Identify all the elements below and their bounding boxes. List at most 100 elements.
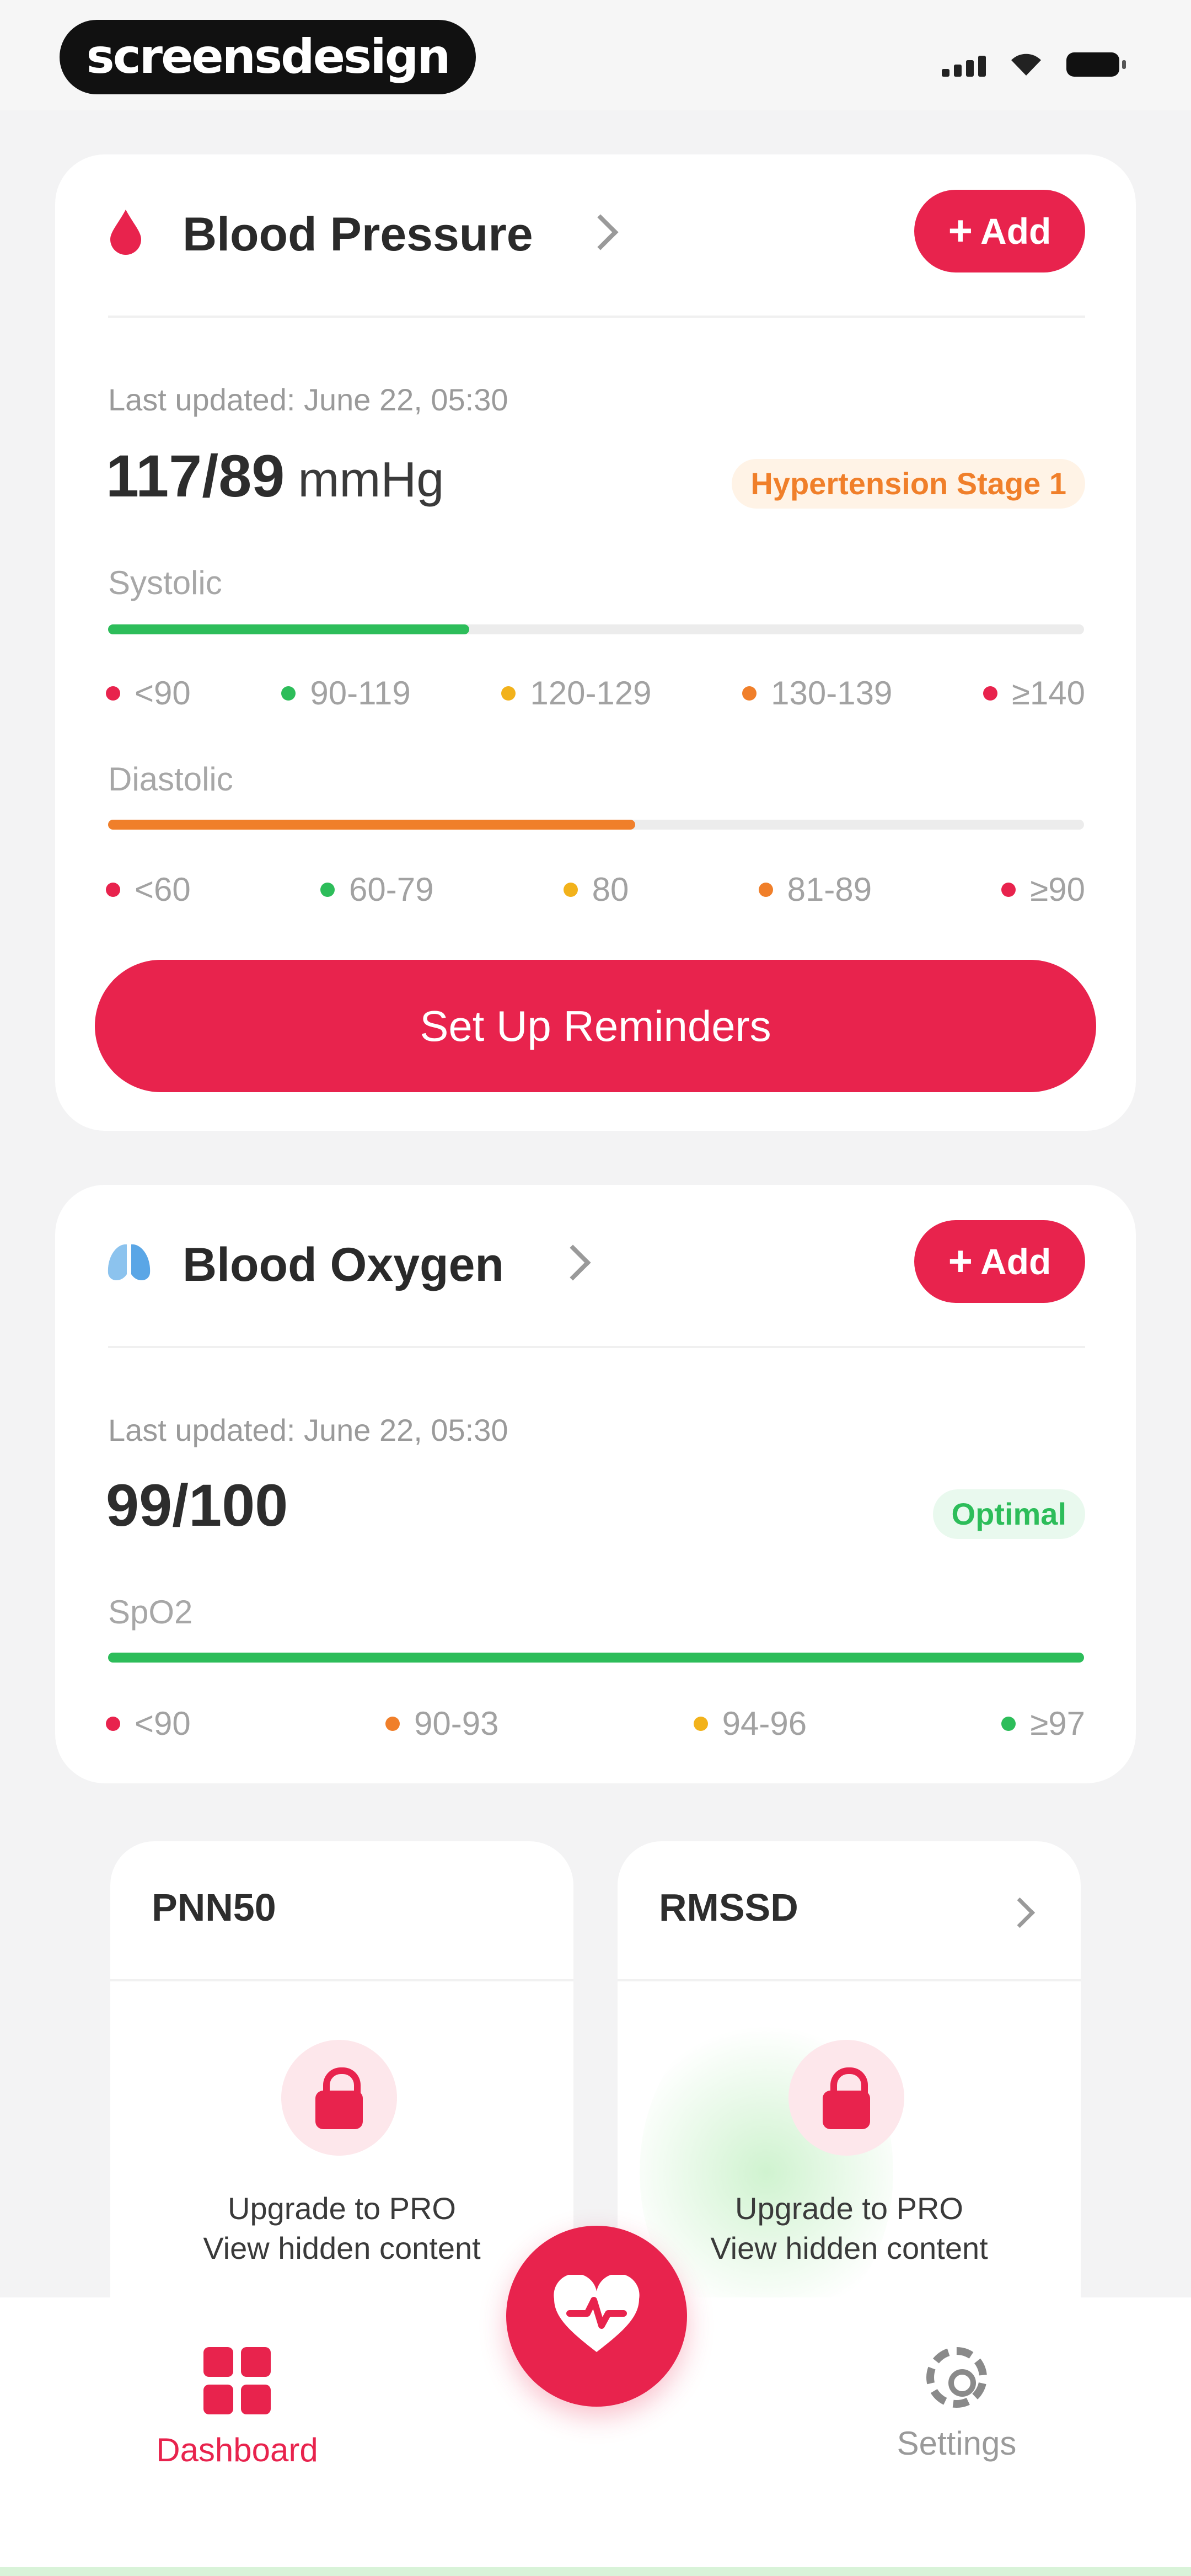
home-indicator bbox=[0, 2567, 1191, 2576]
legend-label: 94-96 bbox=[722, 1705, 807, 1742]
legend-dot bbox=[501, 686, 516, 701]
legend-dot bbox=[106, 1716, 120, 1731]
upgrade-prompt[interactable]: Upgrade to PRO View hidden content bbox=[618, 2189, 1081, 2268]
lungs-icon bbox=[108, 1244, 151, 1281]
legend-item: <60 bbox=[106, 870, 191, 908]
legend-item: 94-96 bbox=[693, 1704, 807, 1743]
legend-label: <90 bbox=[135, 1705, 191, 1742]
legend-item: 130-139 bbox=[742, 674, 892, 712]
tab-settings[interactable]: Settings bbox=[835, 2347, 1078, 2462]
add-blood-pressure-button[interactable]: + Add bbox=[914, 190, 1085, 272]
add-button-label: Add bbox=[980, 211, 1051, 252]
last-updated: Last updated: June 22, 05:30 bbox=[108, 1413, 508, 1447]
upgrade-prompt[interactable]: Upgrade to PRO View hidden content bbox=[110, 2189, 573, 2268]
legend-dot bbox=[320, 882, 335, 897]
divider bbox=[108, 316, 1085, 318]
blood-oxygen-reading: 99/100 bbox=[106, 1472, 288, 1538]
lock-icon bbox=[788, 2040, 904, 2156]
card-title: PNN50 bbox=[152, 1886, 276, 1929]
chevron-right-icon bbox=[582, 214, 619, 250]
heart-pulse-icon bbox=[554, 2275, 640, 2352]
systolic-legend: <90 90-119 120-129 130-139 ≥140 bbox=[106, 674, 1085, 712]
gear-icon bbox=[926, 2347, 987, 2408]
legend-item: 81-89 bbox=[758, 870, 872, 908]
cellular-signal-icon bbox=[942, 56, 986, 77]
systolic-label: Systolic bbox=[108, 564, 222, 601]
spo2-progress-fill bbox=[108, 1653, 1084, 1663]
legend-item: 120-129 bbox=[501, 674, 652, 712]
status-badge: Hypertension Stage 1 bbox=[732, 459, 1085, 509]
dashboard-grid-icon bbox=[116, 2347, 358, 2414]
spo2-label: SpO2 bbox=[108, 1594, 193, 1631]
last-updated: Last updated: June 22, 05:30 bbox=[108, 382, 508, 417]
systolic-progress-bar bbox=[108, 624, 1084, 634]
legend-label: ≥140 bbox=[1011, 675, 1085, 712]
legend-item: ≥140 bbox=[983, 674, 1085, 712]
diastolic-progress-bar bbox=[108, 820, 1084, 830]
spo2-legend: <90 90-93 94-96 ≥97 bbox=[106, 1704, 1085, 1743]
diastolic-label: Diastolic bbox=[108, 761, 233, 798]
legend-item: ≥97 bbox=[1001, 1704, 1085, 1743]
legend-item: 90-119 bbox=[281, 674, 411, 712]
legend-label: 90-93 bbox=[414, 1705, 499, 1742]
plus-icon: + bbox=[948, 207, 973, 254]
legend-dot bbox=[1001, 1716, 1016, 1731]
status-icons bbox=[942, 52, 1126, 77]
legend-label: 130-139 bbox=[771, 675, 893, 712]
add-button-label: Add bbox=[980, 1241, 1051, 1282]
legend-label: 120-129 bbox=[530, 675, 652, 712]
status-badge: Optimal bbox=[932, 1489, 1085, 1539]
hidden-content-line: View hidden content bbox=[710, 2231, 988, 2265]
measure-heart-button[interactable] bbox=[506, 2226, 687, 2407]
chevron-right-icon bbox=[555, 1244, 591, 1281]
blood-pressure-reading: 117/89 mmHg bbox=[106, 441, 444, 510]
battery-icon bbox=[1066, 52, 1126, 77]
card-title: Blood Oxygen bbox=[183, 1238, 504, 1291]
card-title: RMSSD bbox=[659, 1886, 798, 1929]
legend-item: 60-79 bbox=[320, 870, 433, 908]
legend-item: ≥90 bbox=[1001, 870, 1085, 908]
watermark-logo: screensdesign bbox=[60, 20, 476, 94]
legend-dot bbox=[385, 1716, 400, 1731]
status-bar: screensdesign bbox=[0, 0, 1191, 110]
set-up-reminders-button[interactable]: Set Up Reminders bbox=[95, 960, 1096, 1092]
legend-dot bbox=[758, 882, 773, 897]
legend-dot bbox=[1001, 882, 1016, 897]
legend-item: <90 bbox=[106, 674, 191, 712]
legend-dot bbox=[281, 686, 296, 701]
legend-label: 80 bbox=[592, 871, 629, 908]
legend-label: 81-89 bbox=[787, 871, 872, 908]
legend-item: 90-93 bbox=[385, 1704, 498, 1743]
legend-dot bbox=[106, 686, 120, 701]
blood-pressure-header[interactable]: Blood Pressure + Add bbox=[108, 190, 1085, 272]
divider bbox=[110, 1979, 573, 1981]
tab-dashboard[interactable]: Dashboard bbox=[116, 2347, 358, 2469]
legend-dot bbox=[106, 882, 120, 897]
spo2-progress-bar bbox=[108, 1653, 1084, 1663]
divider bbox=[108, 1346, 1085, 1348]
legend-dot bbox=[742, 686, 757, 701]
plus-icon: + bbox=[948, 1238, 973, 1285]
legend-dot bbox=[563, 882, 578, 897]
upgrade-line: Upgrade to PRO bbox=[735, 2191, 963, 2226]
blood-oxygen-header[interactable]: Blood Oxygen + Add bbox=[108, 1220, 1085, 1303]
legend-dot bbox=[983, 686, 997, 701]
legend-label: ≥90 bbox=[1030, 871, 1085, 908]
reading-unit: mmHg bbox=[298, 452, 444, 507]
blood-oxygen-card: Blood Oxygen + Add Last updated: June 22… bbox=[55, 1185, 1136, 1783]
divider bbox=[618, 1979, 1081, 1981]
diastolic-progress-fill bbox=[108, 820, 635, 830]
systolic-progress-fill bbox=[108, 624, 469, 634]
diastolic-legend: <60 60-79 80 81-89 ≥90 bbox=[106, 870, 1085, 908]
hidden-content-line: View hidden content bbox=[203, 2231, 481, 2265]
blood-drop-icon bbox=[110, 210, 141, 255]
blood-pressure-card: Blood Pressure + Add Last updated: June … bbox=[55, 154, 1136, 1131]
legend-label: <90 bbox=[135, 675, 191, 712]
legend-item: <90 bbox=[106, 1704, 191, 1743]
legend-label: 60-79 bbox=[348, 871, 434, 908]
lock-icon bbox=[281, 2040, 397, 2156]
upgrade-line: Upgrade to PRO bbox=[228, 2191, 456, 2226]
add-blood-oxygen-button[interactable]: + Add bbox=[914, 1220, 1085, 1303]
tab-label: Dashboard bbox=[156, 2431, 318, 2468]
legend-label: 90-119 bbox=[310, 675, 411, 712]
